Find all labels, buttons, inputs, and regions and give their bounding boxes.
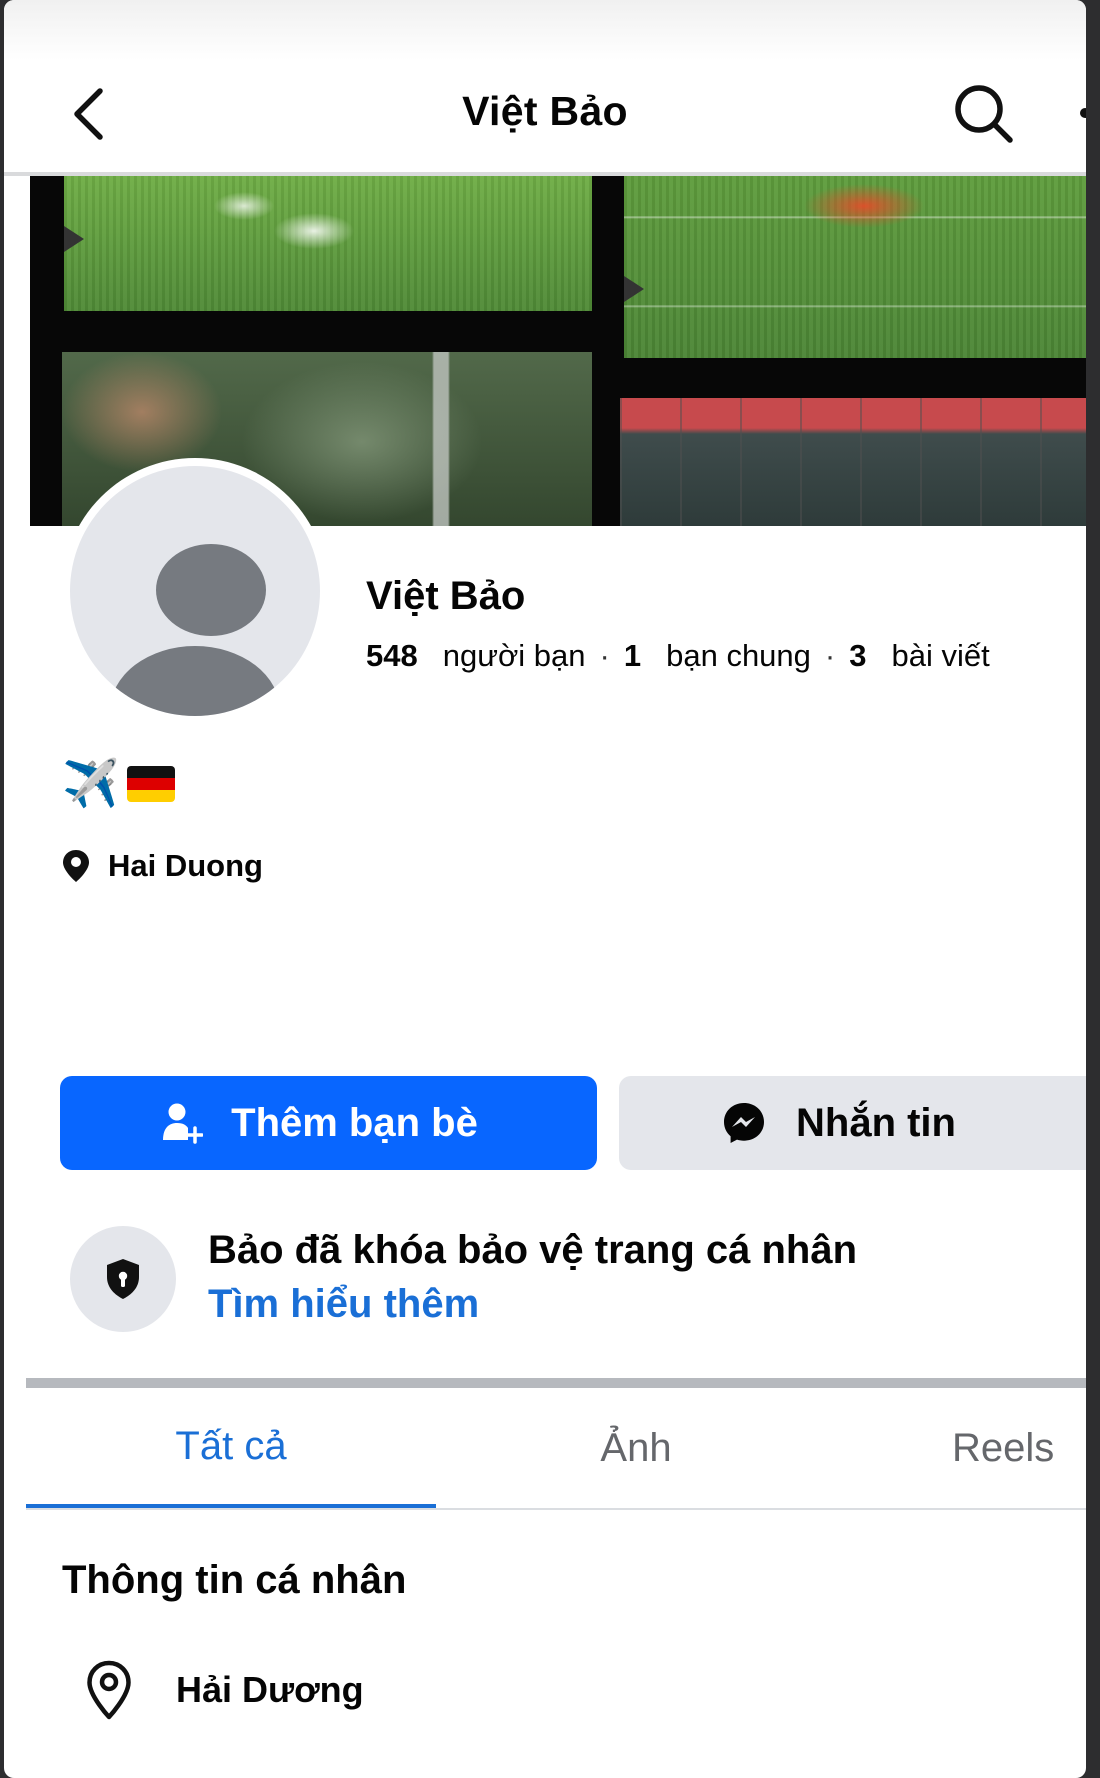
about-location-row: Hải Dương <box>86 1660 364 1720</box>
default-avatar-icon <box>70 466 320 716</box>
cover-photo-pane <box>624 176 1086 358</box>
profile-tabs: Tất cả Ảnh Reels <box>26 1388 1086 1510</box>
mutual-friends-count[interactable]: 1 <box>624 638 641 674</box>
shield-lock-icon <box>70 1226 176 1332</box>
tab-reels[interactable]: Reels <box>836 1388 1086 1508</box>
intro-location-text: Hai Duong <box>108 848 263 883</box>
page-title: Việt Bảo <box>462 88 628 134</box>
header-bar: Việt Bảo <box>4 0 1086 176</box>
posts-label: bài viết <box>891 638 990 673</box>
more-options-icon[interactable] <box>1080 108 1086 118</box>
profile-screen: Việt Bảo Việt Bảo 548 người bạn · 1 bạn … <box>4 0 1086 1778</box>
tab-all[interactable]: Tất cả <box>26 1388 436 1508</box>
messenger-icon <box>724 1103 764 1143</box>
shield-icon <box>107 1259 139 1299</box>
cover-photo-pane <box>620 398 1086 526</box>
location-pin-icon <box>87 1660 131 1720</box>
stats-separator: · <box>599 638 610 673</box>
profile-stats: 548 người bạn · 1 bạn chung · 3 bài viết <box>366 638 990 674</box>
section-divider <box>26 1378 1086 1388</box>
message-button[interactable]: Nhắn tin <box>619 1076 1086 1170</box>
add-friend-button[interactable]: Thêm bạn bè <box>60 1076 597 1170</box>
avatar-head-shape <box>156 544 266 636</box>
tab-photos[interactable]: Ảnh <box>436 1388 836 1508</box>
friends-label[interactable]: người bạn <box>443 638 586 674</box>
profile-lock-notice: Bảo đã khóa bảo vệ trang cá nhân Tìm hiể… <box>70 1226 1070 1334</box>
map-pin-icon <box>63 850 89 882</box>
avatar[interactable] <box>62 458 328 724</box>
profile-name: Việt Bảo <box>366 574 526 618</box>
airplane-emoji: ✈️ <box>62 757 120 809</box>
about-section-title: Thông tin cá nhân <box>62 1558 407 1602</box>
mutual-friends-label[interactable]: bạn chung <box>666 638 811 674</box>
learn-more-link[interactable]: Tìm hiểu thêm <box>208 1282 479 1327</box>
germany-flag-icon <box>127 766 176 802</box>
stats-separator: · <box>824 638 836 673</box>
intro-location: Hai Duong <box>62 848 263 884</box>
search-button[interactable] <box>950 80 1018 148</box>
search-icon <box>955 85 1013 143</box>
about-location-text: Hải Dương <box>176 1669 364 1710</box>
cover-photo-pane <box>64 176 592 311</box>
posts-count: 3 <box>849 638 867 673</box>
lock-notice-title: Bảo đã khóa bảo vệ trang cá nhân <box>208 1228 858 1272</box>
add-person-icon <box>163 1103 204 1144</box>
bio: ✈️ <box>62 756 176 811</box>
message-label: Nhắn tin <box>796 1100 956 1145</box>
add-friend-label: Thêm bạn bè <box>231 1100 478 1145</box>
avatar-body-shape <box>110 646 280 716</box>
friends-count[interactable]: 548 <box>366 638 418 674</box>
